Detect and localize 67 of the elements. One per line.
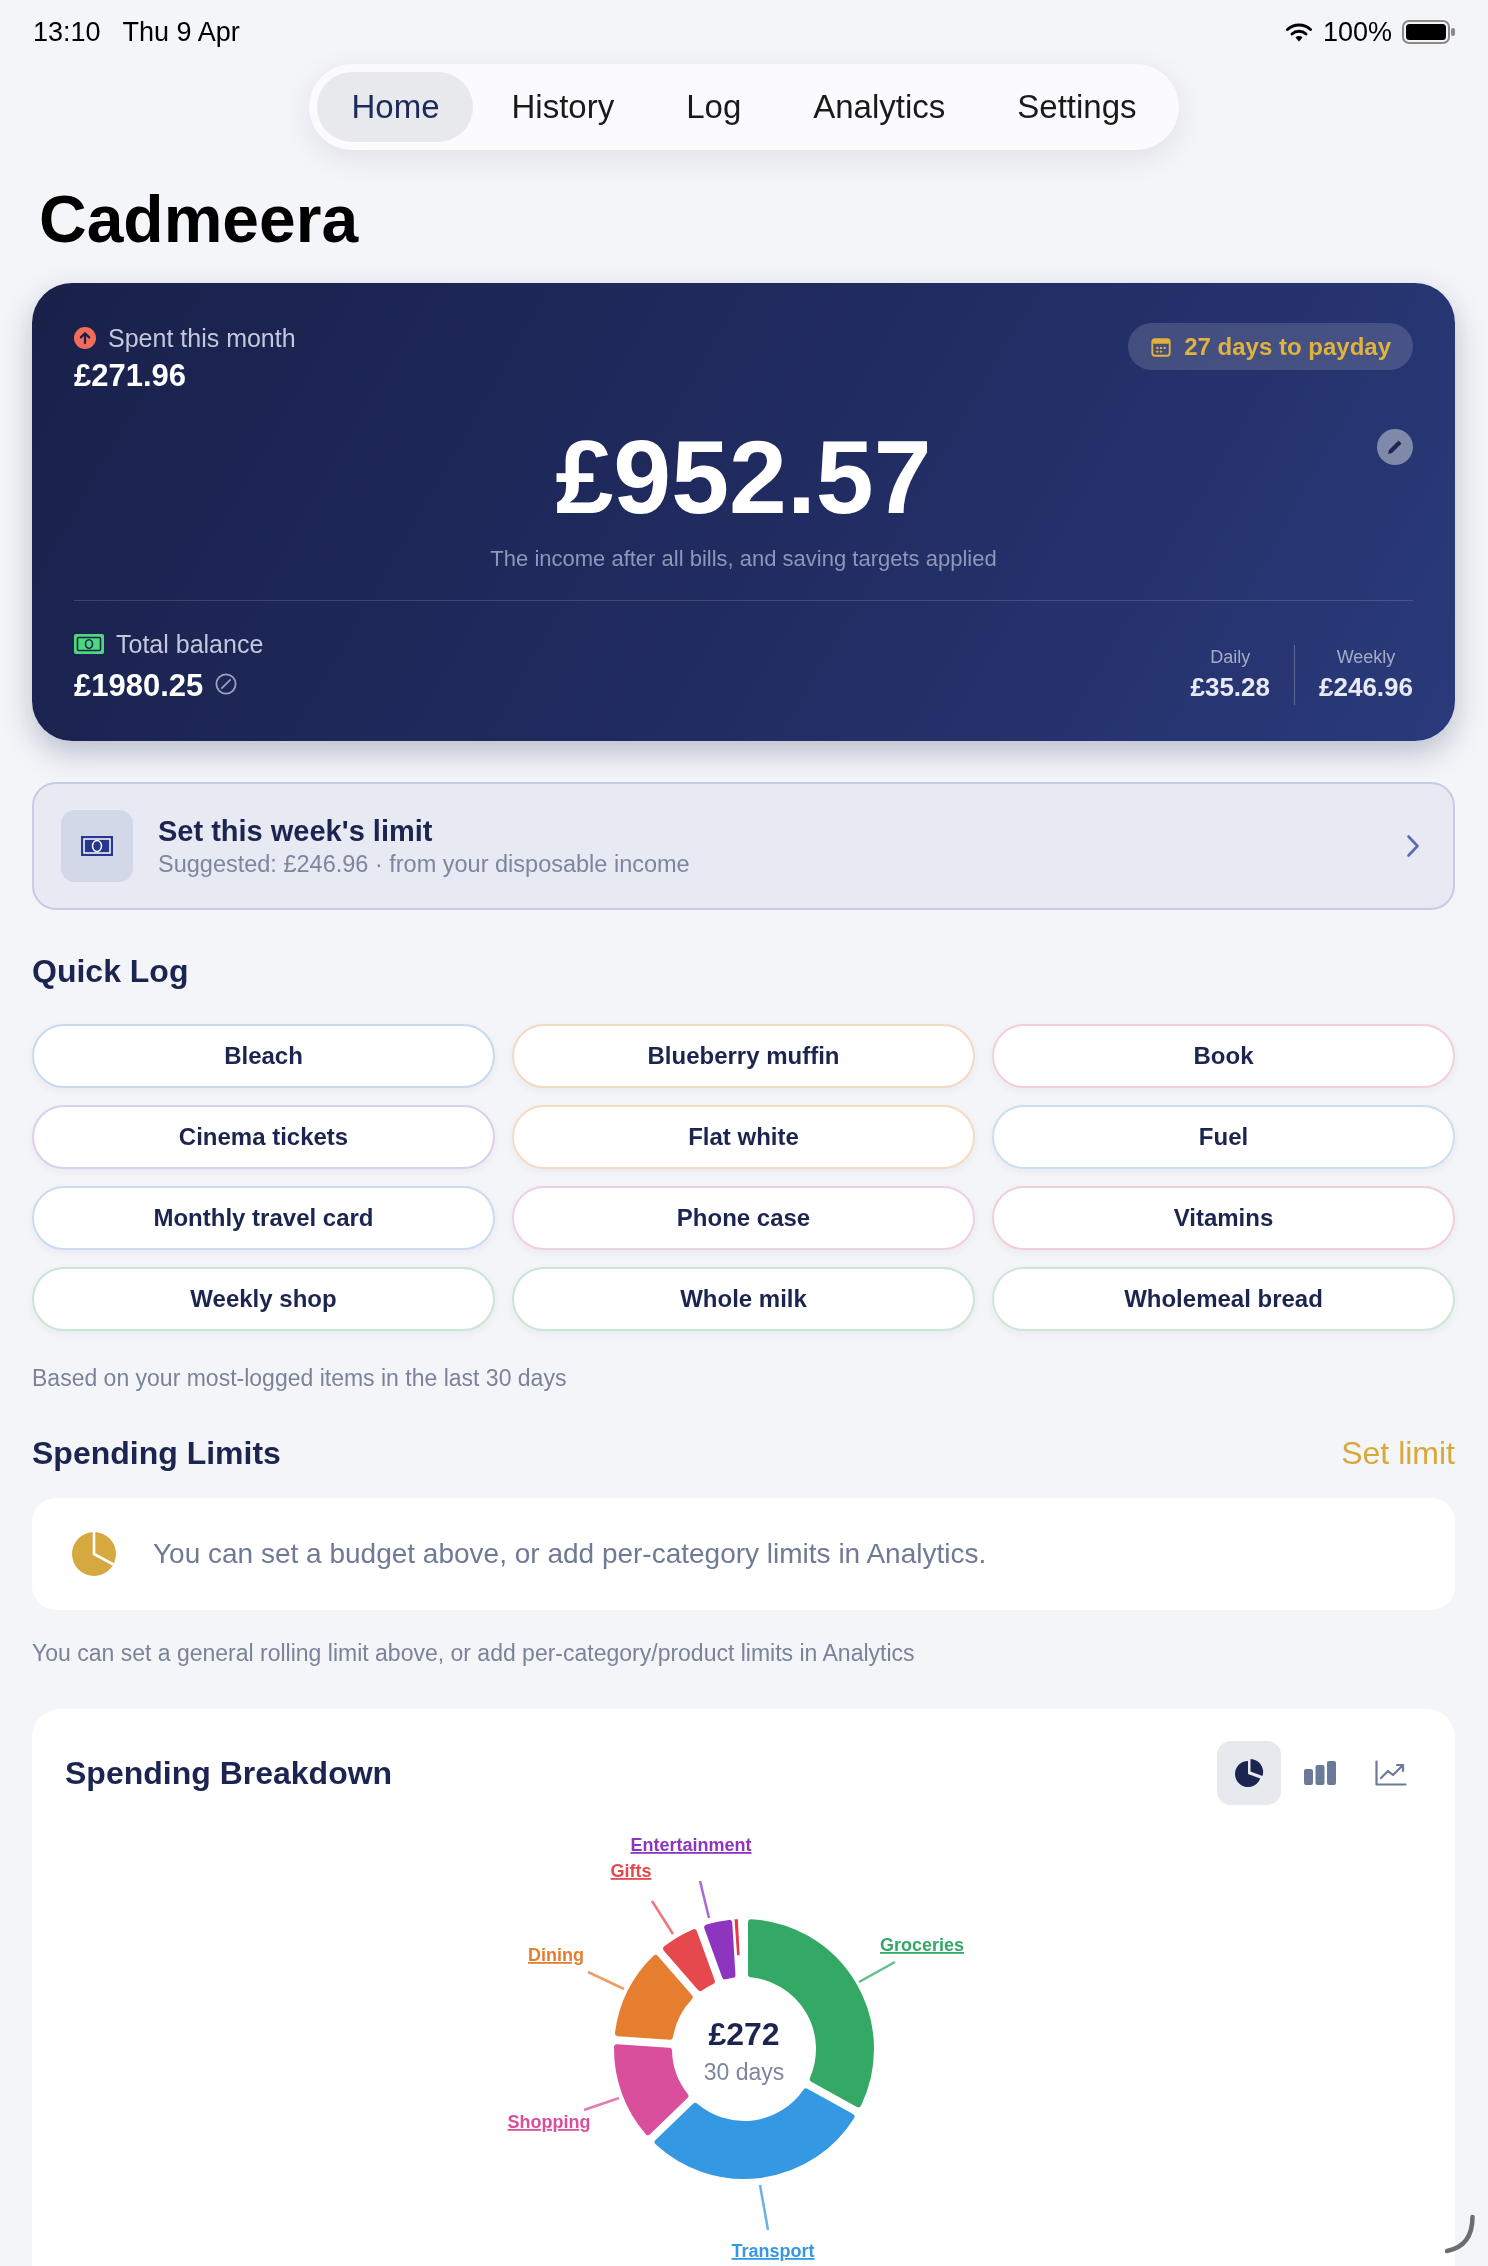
payday-label: 27 days to payday — [1184, 332, 1391, 361]
quick-log-chip[interactable]: Flat white — [512, 1105, 975, 1169]
quick-log-chip[interactable]: Fuel — [992, 1105, 1455, 1169]
status-time: 13:10 — [33, 16, 101, 48]
balance-value: £1980.25 — [74, 667, 204, 705]
slice-label[interactable]: Shopping — [507, 2112, 591, 2132]
status-date: Thu 9 Apr — [122, 16, 240, 48]
quick-log-chip[interactable]: Wholemeal bread — [992, 1267, 1455, 1331]
chevron-right-icon — [1406, 834, 1420, 858]
total-amount: £272 — [708, 2016, 780, 2052]
leader-line — [587, 1970, 625, 1991]
nav-tab[interactable]: Home — [317, 72, 474, 142]
slice-label[interactable]: Gifts — [610, 1861, 652, 1881]
leader-line — [858, 1960, 896, 1984]
quick-log-chip[interactable]: Weekly shop — [32, 1267, 495, 1331]
quick-log-chip[interactable]: Monthly travel card — [32, 1186, 495, 1250]
spent-value: £271.96 — [74, 357, 188, 395]
quick-log-chip[interactable]: Vitamins — [992, 1186, 1455, 1250]
leader-line — [758, 2184, 770, 2231]
nav-tab[interactable]: Analytics — [779, 72, 980, 142]
pencil-icon — [1386, 438, 1404, 456]
rate-value: £35.28 — [1190, 671, 1270, 704]
leader-line — [698, 1880, 711, 1919]
period-label: 30 days — [703, 2059, 785, 2085]
app-title: Cadmeera — [39, 181, 360, 258]
section-heading: Spending Limits — [32, 1434, 281, 1473]
pie-chart-icon — [1234, 1758, 1264, 1788]
battery-icon — [1402, 20, 1456, 44]
week-limit-subtitle: Suggested: £246.96 · from your disposable income — [158, 850, 691, 879]
quick-log-chip[interactable]: Bleach — [32, 1024, 495, 1088]
rate-label: Daily — [1209, 646, 1252, 669]
balance-label: Total balance — [116, 629, 264, 659]
card-title: Spending Breakdown — [65, 1754, 393, 1793]
week-limit-card[interactable]: Set this week's limit Suggested: £246.96 · from your disposable income — [32, 782, 1455, 910]
quick-log-chip[interactable]: Cinema tickets — [32, 1105, 495, 1169]
edit-button[interactable] — [1377, 429, 1413, 465]
limits-note: You can set a general rolling limit above, or add per-category/product limits in Analytics — [32, 1639, 916, 1668]
battery-percent: 100% — [1322, 16, 1392, 48]
chart-view-button[interactable] — [1217, 1741, 1281, 1805]
corner-arc-icon — [1444, 2214, 1476, 2254]
nav-tab[interactable]: Settings — [983, 72, 1171, 142]
quick-log-chip[interactable]: Book — [992, 1024, 1455, 1088]
banknote-icon — [74, 634, 104, 654]
banknote-icon — [61, 810, 133, 882]
disposable-amount: £952.57 — [555, 425, 932, 529]
quick-log-chip[interactable]: Whole milk — [512, 1267, 975, 1331]
leader-line — [583, 2096, 620, 2112]
rate-label: Weekly — [1335, 646, 1397, 669]
line-chart-icon — [1375, 1760, 1407, 1786]
slashed-circle-icon — [215, 673, 238, 695]
quick-log-chip[interactable]: Blueberry muffin — [512, 1024, 975, 1088]
leader-line — [650, 1900, 675, 1935]
nav-tab[interactable]: Log — [652, 72, 776, 142]
spent-label: Spent this month — [108, 323, 296, 353]
week-limit-title: Set this week's limit — [158, 814, 434, 849]
amount-caption: The income after all bills, and saving targets applied — [489, 545, 998, 573]
quick-log-note: Based on your most-logged items in the last 30 days — [32, 1364, 568, 1393]
calendar-icon — [1150, 335, 1173, 358]
bar-chart-icon — [1304, 1761, 1336, 1785]
quick-log-chip[interactable]: Phone case — [512, 1186, 975, 1250]
pie-chart-icon — [71, 1531, 117, 1577]
section-heading: Quick Log — [32, 952, 190, 991]
wifi-icon — [1284, 22, 1313, 42]
nav-tab[interactable]: History — [477, 72, 649, 142]
rate-value: £246.96 — [1319, 671, 1413, 704]
limits-message: You can set a budget above, or add per-category limits in Analytics. — [153, 1538, 987, 1570]
slice-label[interactable]: Entertainment — [630, 1835, 752, 1855]
